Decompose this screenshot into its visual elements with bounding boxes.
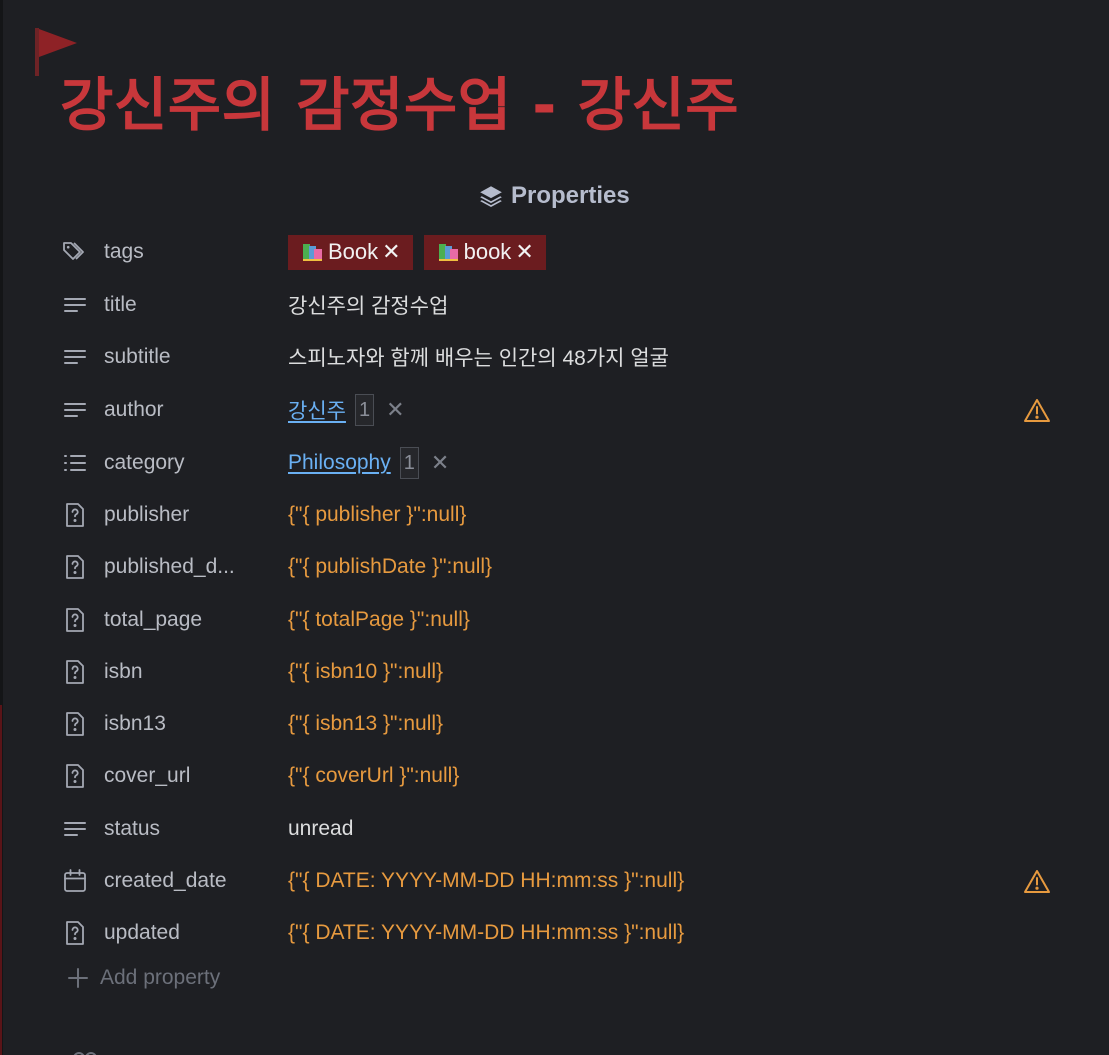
property-row-isbn13: isbn13 {"{ isbn13 }":null} <box>60 704 1060 744</box>
file-question-icon <box>60 657 90 687</box>
layers-icon <box>480 186 502 208</box>
text-lines-icon <box>60 395 90 425</box>
tag-pill[interactable]: book ✕ <box>423 234 546 270</box>
property-value-cover-url[interactable]: {"{ coverUrl }":null} <box>288 764 459 788</box>
category-link[interactable]: Philosophy <box>288 451 391 475</box>
property-key-updated[interactable]: updated <box>104 921 288 945</box>
property-key-isbn13[interactable]: isbn13 <box>104 712 288 736</box>
books-emoji-icon <box>438 242 460 262</box>
property-key-title[interactable]: title <box>104 293 288 317</box>
property-key-publisher[interactable]: publisher <box>104 503 288 527</box>
close-icon[interactable]: ✕ <box>515 239 533 265</box>
property-value-title[interactable]: 강신주의 감정수업 <box>288 290 448 320</box>
property-row-author: author 강신주 1 ✕ <box>60 390 1060 430</box>
left-accent-bar <box>0 705 2 1055</box>
file-question-icon <box>60 918 90 948</box>
add-property-label: Add property <box>100 966 221 989</box>
close-icon[interactable]: ✕ <box>431 452 449 474</box>
link-count-badge: 1 <box>399 447 419 479</box>
property-row-published-date: published_d... {"{ publishDate }":null} <box>60 547 1060 587</box>
page-title[interactable]: 강신주의 감정수업 - 강신주 <box>60 58 739 142</box>
property-row-cover-url: cover_url {"{ coverUrl }":null} <box>60 756 1060 796</box>
warning-icon[interactable] <box>1022 867 1052 897</box>
property-row-total-page: total_page {"{ totalPage }":null} <box>60 600 1060 640</box>
file-question-icon <box>60 605 90 635</box>
warning-icon[interactable] <box>1022 396 1052 426</box>
property-key-category[interactable]: category <box>104 451 288 475</box>
property-value-isbn[interactable]: {"{ isbn10 }":null} <box>288 660 443 684</box>
property-value-publisher[interactable]: {"{ publisher }":null} <box>288 503 466 527</box>
plus-icon <box>68 968 88 988</box>
partial-icon <box>73 1052 97 1055</box>
property-row-title: title 강신주의 감정수업 <box>60 285 1060 325</box>
author-link[interactable]: 강신주 <box>288 395 346 425</box>
text-lines-icon <box>60 814 90 844</box>
properties-header-label: Properties <box>511 182 630 209</box>
property-value-subtitle[interactable]: 스피노자와 함께 배우는 인간의 48가지 얼굴 <box>288 342 669 372</box>
tag-label: Book <box>328 239 379 264</box>
property-key-created-date[interactable]: created_date <box>104 869 288 893</box>
property-value-status[interactable]: unread <box>288 817 353 841</box>
calendar-icon <box>60 866 90 896</box>
property-key-published-date[interactable]: published_d... <box>104 555 288 579</box>
tags-values: Book ✕ book ✕ <box>288 234 557 270</box>
books-emoji-icon <box>302 242 324 262</box>
property-value-isbn13[interactable]: {"{ isbn13 }":null} <box>288 712 443 736</box>
property-key-cover-url[interactable]: cover_url <box>104 764 288 788</box>
file-question-icon <box>60 552 90 582</box>
file-question-icon <box>60 500 90 530</box>
property-value-published-date[interactable]: {"{ publishDate }":null} <box>288 555 492 579</box>
property-row-category: category Philosophy 1 ✕ <box>60 443 1060 483</box>
property-row-publisher: publisher {"{ publisher }":null} <box>60 495 1060 535</box>
property-value-category: Philosophy 1 ✕ <box>288 447 449 479</box>
property-value-created-date[interactable]: {"{ DATE: YYYY-MM-DD HH:mm:ss }":null} <box>288 869 684 893</box>
tag-pill[interactable]: Book ✕ <box>288 234 413 270</box>
property-key-author[interactable]: author <box>104 398 288 422</box>
property-key-status[interactable]: status <box>104 817 288 841</box>
text-lines-icon <box>60 290 90 320</box>
note-page: 강신주의 감정수업 - 강신주 Properties tags Book ✕ b… <box>0 0 1109 1055</box>
property-row-status: status unread <box>60 809 1060 849</box>
file-question-icon <box>60 709 90 739</box>
property-key-total-page[interactable]: total_page <box>104 608 288 632</box>
property-value-author: 강신주 1 ✕ <box>288 394 405 426</box>
properties-header[interactable]: Properties <box>478 182 630 210</box>
list-icon <box>60 448 90 478</box>
property-value-updated[interactable]: {"{ DATE: YYYY-MM-DD HH:mm:ss }":null} <box>288 921 684 945</box>
property-value-total-page[interactable]: {"{ totalPage }":null} <box>288 608 470 632</box>
property-key-tags[interactable]: tags <box>104 240 288 264</box>
tags-icon <box>60 237 90 267</box>
property-key-isbn[interactable]: isbn <box>104 660 288 684</box>
property-row-updated: updated {"{ DATE: YYYY-MM-DD HH:mm:ss }"… <box>60 913 1060 953</box>
add-property-button[interactable]: Add property <box>66 966 220 990</box>
property-row-subtitle: subtitle 스피노자와 함께 배우는 인간의 48가지 얼굴 <box>60 337 1060 377</box>
link-count-badge: 1 <box>354 394 375 426</box>
property-key-subtitle[interactable]: subtitle <box>104 345 288 369</box>
file-question-icon <box>60 761 90 791</box>
text-lines-icon <box>60 342 90 372</box>
property-row-created-date: created_date {"{ DATE: YYYY-MM-DD HH:mm:… <box>60 861 1060 901</box>
property-row-isbn: isbn {"{ isbn10 }":null} <box>60 652 1060 692</box>
tag-label: book <box>463 239 512 264</box>
property-row-tags: tags Book ✕ book ✕ <box>60 232 1060 272</box>
close-icon[interactable]: ✕ <box>382 239 400 265</box>
close-icon[interactable]: ✕ <box>386 399 404 421</box>
